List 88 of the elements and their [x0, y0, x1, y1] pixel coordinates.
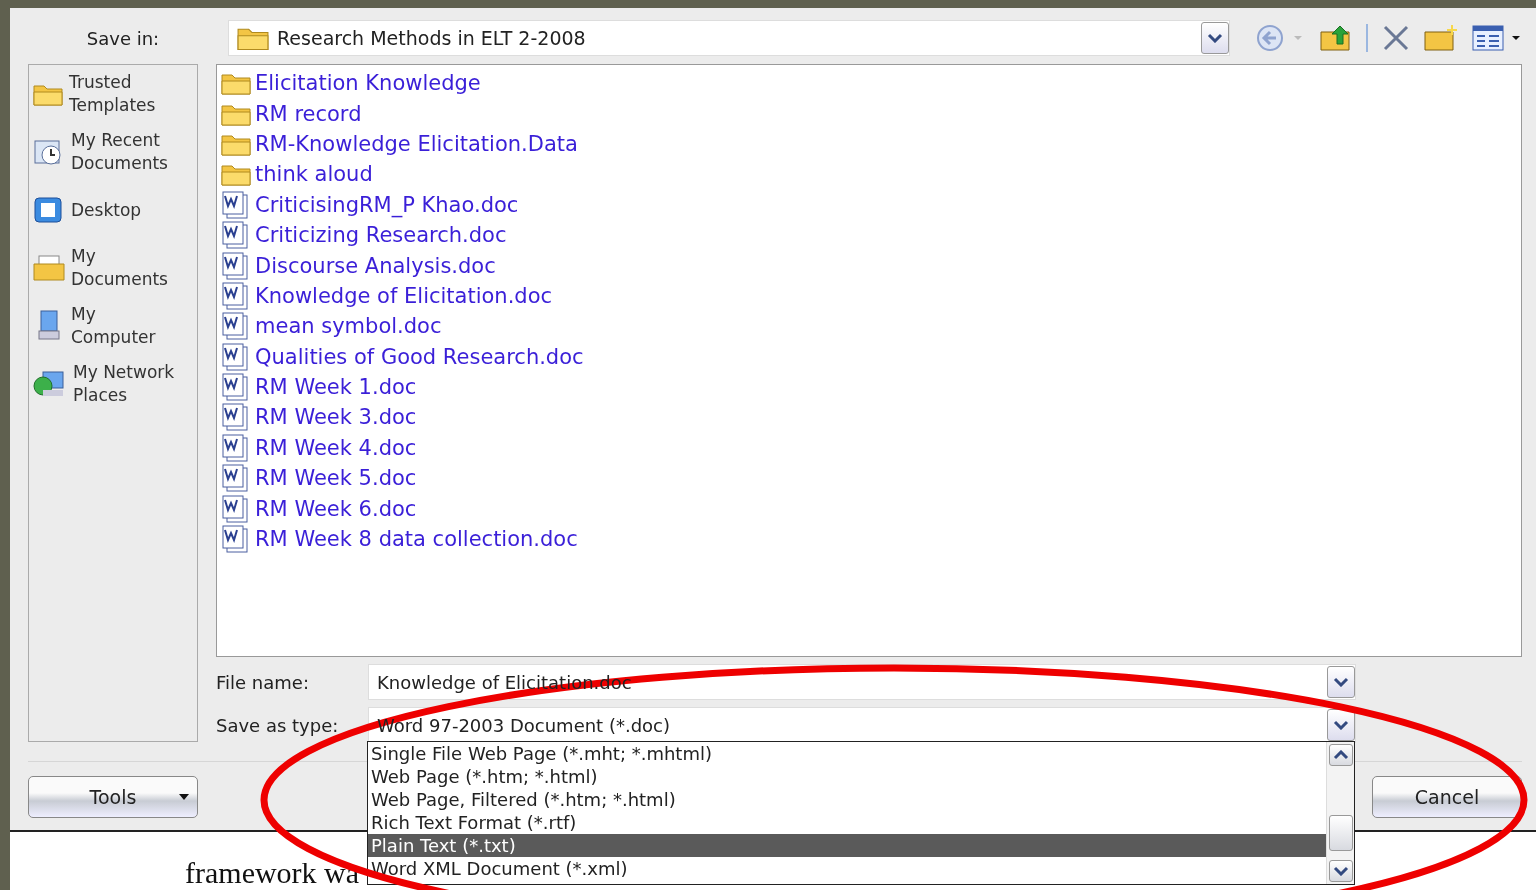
scroll-thumb[interactable]	[1328, 815, 1353, 851]
up-folder-icon[interactable]	[1320, 24, 1352, 52]
file-name: RM Week 5.doc	[255, 466, 417, 491]
file-name: Criticizing Research.doc	[255, 223, 507, 248]
word-document-icon	[221, 312, 251, 341]
file-item[interactable]: Elicitation Knowledge	[221, 68, 1517, 99]
file-name: RM Week 3.doc	[255, 405, 417, 430]
places-item[interactable]: My Documents	[33, 243, 193, 293]
word-document-icon	[221, 525, 251, 554]
file-type-option[interactable]: Plain Text (*.txt)	[368, 834, 1326, 857]
file-name: RM Week 8 data collection.doc	[255, 527, 578, 552]
cancel-button[interactable]: Cancel	[1372, 776, 1522, 818]
word-document-icon	[221, 494, 251, 523]
dropdown-button[interactable]	[1201, 22, 1229, 54]
save-in-label: Save in:	[85, 27, 161, 49]
file-item[interactable]: Criticizing Research.doc	[221, 219, 1517, 251]
file-name: RM record	[255, 101, 362, 126]
file-name: Qualities of Good Research.doc	[255, 344, 584, 369]
dropdown-button[interactable]	[1327, 666, 1355, 698]
folder-icon	[221, 162, 251, 187]
file-item[interactable]: RM Week 1.doc	[221, 371, 1517, 403]
word-document-icon	[221, 281, 251, 310]
views-icon[interactable]	[1472, 24, 1522, 52]
file-item[interactable]: RM-Knowledge Elicitation.Data	[221, 128, 1517, 160]
word-document-icon	[221, 251, 251, 280]
file-name: Elicitation Knowledge	[255, 71, 481, 96]
file-name: think aloud	[255, 162, 373, 187]
file-item[interactable]: mean symbol.doc	[221, 311, 1517, 342]
places-item[interactable]: My Network Places	[33, 359, 193, 409]
places-label: Desktop	[71, 198, 142, 222]
chevron-down-icon	[1333, 720, 1349, 730]
save-in-dropdown[interactable]: Research Methods in ELT 2-2008	[228, 20, 1230, 56]
file-item[interactable]: RM Week 4.doc	[221, 432, 1517, 464]
chevron-down-icon	[1333, 677, 1349, 687]
file-item[interactable]: RM record	[221, 98, 1517, 129]
word-document-icon	[221, 342, 251, 371]
save-type-value: Word 97-2003 Document (*.doc)	[377, 714, 670, 736]
word-document-icon	[221, 403, 251, 432]
file-item[interactable]: RM Week 8 data collection.doc	[221, 523, 1517, 555]
places-label: My Recent Documents	[71, 129, 169, 175]
places-item[interactable]: Desktop	[33, 185, 193, 235]
file-name: Knowledge of Elicitation.doc	[255, 283, 553, 308]
places-item[interactable]: My Computer	[33, 301, 193, 351]
chevron-down-icon	[1207, 33, 1223, 43]
file-name: RM Week 6.doc	[255, 496, 417, 521]
save-type-label: Save as type:	[216, 714, 340, 736]
folder-icon	[33, 82, 63, 106]
file-item[interactable]: RM Week 3.doc	[221, 402, 1517, 433]
file-item[interactable]: Discourse Analysis.doc	[221, 250, 1517, 281]
places-label: Trusted Templates	[69, 71, 157, 117]
file-name: Discourse Analysis.doc	[255, 253, 496, 278]
delete-icon[interactable]	[1382, 24, 1410, 52]
places-item[interactable]: My Recent Documents	[33, 127, 193, 177]
file-name: RM Week 1.doc	[255, 375, 417, 400]
places-label: My Computer	[71, 303, 157, 349]
word-document-icon	[221, 373, 251, 402]
folder-icon	[221, 71, 251, 96]
chevron-down-icon	[1332, 866, 1349, 876]
save-in-value: Research Methods in ELT 2-2008	[277, 27, 586, 49]
word-document-icon	[221, 433, 251, 462]
file-item[interactable]: RM Week 5.doc	[221, 463, 1517, 494]
documents-folder-icon	[33, 254, 65, 282]
places-label: My Documents	[71, 245, 169, 291]
word-document-icon	[221, 190, 251, 219]
file-item[interactable]: RM Week 6.doc	[221, 493, 1517, 524]
file-item[interactable]: Qualities of Good Research.doc	[221, 341, 1517, 372]
file-name: RM-Knowledge Elicitation.Data	[255, 131, 578, 156]
file-name: mean symbol.doc	[255, 314, 442, 339]
word-document-icon	[221, 221, 251, 250]
file-name: CriticisingRM_P Khao.doc	[255, 192, 519, 217]
file-name-label: File name:	[216, 671, 310, 693]
chevron-up-icon	[1332, 750, 1349, 760]
file-name: RM Week 4.doc	[255, 435, 417, 460]
file-item[interactable]: CriticisingRM_P Khao.doc	[221, 189, 1517, 220]
scrollbar[interactable]	[1326, 742, 1354, 884]
separator-icon	[1366, 24, 1368, 52]
file-item[interactable]: think aloud	[221, 159, 1517, 190]
desktop-icon	[33, 195, 65, 225]
places-item[interactable]: Trusted Templates	[33, 69, 193, 119]
places-label: My Network Places	[73, 361, 176, 407]
tools-button[interactable]: Tools	[28, 776, 198, 818]
dropdown-button[interactable]	[1327, 709, 1355, 741]
save-type-dropdown[interactable]: Word 97-2003 Document (*.doc)	[368, 707, 1356, 743]
caret-icon	[179, 794, 189, 800]
word-document-icon	[221, 464, 251, 493]
file-item[interactable]: Knowledge of Elicitation.doc	[221, 280, 1517, 312]
scroll-down-button[interactable]	[1328, 860, 1353, 882]
scroll-up-button[interactable]	[1328, 744, 1353, 766]
